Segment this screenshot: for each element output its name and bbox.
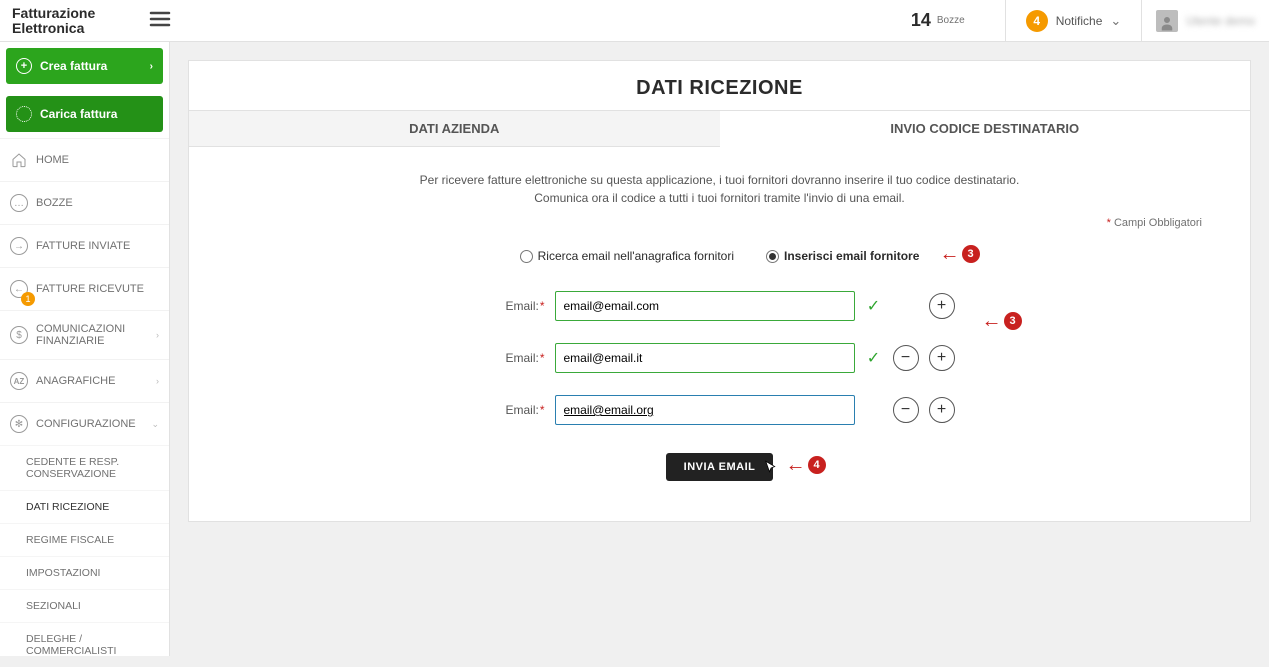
radio-insert[interactable]: Inserisci email fornitore — [766, 249, 919, 263]
annotation-4: ←4 — [786, 455, 826, 475]
email-label: Email:* — [485, 351, 545, 365]
email-row-3: Email:* − + — [237, 395, 1202, 425]
create-invoice-label: Crea fattura — [40, 59, 107, 73]
check-icon: ✓ — [865, 296, 883, 316]
email-label: Email:* — [485, 403, 545, 417]
drafts-counter[interactable]: 14 Bozze — [911, 10, 965, 31]
panel-title: DATI RICEZIONE — [189, 61, 1250, 110]
top-bar: Fatturazione Elettronica 14 Bozze 4 Noti… — [0, 0, 1269, 42]
sidebar-item-label: COMUNICAZIONI FINANZIARIE — [36, 323, 148, 347]
username-label: Utente demo — [1186, 14, 1255, 28]
email-row-1: Email:* ✓ + — [237, 291, 1202, 321]
sidebar-item-bozze[interactable]: … BOZZE — [0, 181, 169, 224]
tab-dati-azienda[interactable]: DATI AZIENDA — [189, 110, 720, 147]
avatar-icon — [1156, 10, 1178, 32]
drafts-icon: … — [10, 194, 28, 212]
config-sub-impostazioni[interactable]: IMPOSTAZIONI — [0, 556, 169, 589]
main-content: DATI RICEZIONE DATI AZIENDA INVIO CODICE… — [170, 42, 1269, 656]
config-sub-deleghe[interactable]: DELEGHE / COMMERCIALISTI — [0, 622, 169, 667]
brand-logo: Fatturazione Elettronica — [0, 6, 140, 35]
add-email-button[interactable]: + — [929, 345, 955, 371]
arrow-out-icon: → — [10, 237, 28, 255]
sidebar-item-label: CONFIGURAZIONE — [36, 418, 136, 430]
check-icon: ✓ — [865, 348, 883, 368]
annotation-3a: ←3 — [940, 244, 980, 264]
user-menu[interactable]: Utente demo — [1141, 0, 1269, 42]
upload-invoice-button[interactable]: Carica fattura — [6, 96, 163, 132]
remove-email-button[interactable]: − — [893, 397, 919, 423]
home-icon — [10, 151, 28, 169]
radio-label: Inserisci email fornitore — [784, 249, 919, 263]
add-email-button[interactable]: + — [929, 397, 955, 423]
config-sub-dati-ricezione[interactable]: DATI RICEZIONE — [0, 490, 169, 523]
sidebar-item-label: BOZZE — [36, 197, 73, 209]
upload-invoice-label: Carica fattura — [40, 107, 117, 121]
email-input-3[interactable] — [555, 395, 855, 425]
email-row-2: Email:* ✓ − + ←3 — [237, 343, 1202, 373]
info-text-1: Per ricevere fatture elettroniche su que… — [237, 171, 1202, 189]
sidebar-item-label: FATTURE INVIATE — [36, 240, 130, 252]
sidebar-item-fatture-inviate[interactable]: → FATTURE INVIATE — [0, 224, 169, 267]
sidebar-item-label: HOME — [36, 154, 69, 166]
sidebar-item-anagrafiche[interactable]: AZ ANAGRAFICHE › — [0, 359, 169, 402]
chevron-right-icon: › — [156, 376, 159, 386]
cursor-icon — [762, 459, 780, 477]
registry-icon: AZ — [10, 372, 28, 390]
spinner-icon — [16, 106, 32, 122]
email-label: Email:* — [485, 299, 545, 313]
gear-icon: ✻ — [10, 415, 28, 433]
panel-dati-ricezione: DATI RICEZIONE DATI AZIENDA INVIO CODICE… — [188, 60, 1251, 522]
add-email-button[interactable]: + — [929, 293, 955, 319]
chevron-down-icon: ⌄ — [1110, 13, 1121, 29]
plus-circle-icon: + — [16, 58, 32, 74]
drafts-label: Bozze — [937, 15, 965, 26]
radio-group: Ricerca email nell'anagrafica fornitori … — [237, 249, 1202, 263]
sidebar-item-configurazione[interactable]: ✻ CONFIGURAZIONE ⌄ — [0, 402, 169, 445]
sidebar-item-label: FATTURE RICEVUTE — [36, 283, 144, 295]
annotation-3b: ←3 — [982, 311, 1022, 331]
sidebar-item-home[interactable]: HOME — [0, 138, 169, 181]
radio-label: Ricerca email nell'anagrafica fornitori — [538, 249, 734, 263]
sidebar-item-label: ANAGRAFICHE — [36, 375, 115, 387]
sidebar: + Crea fattura › Carica fattura HOME … B… — [0, 42, 170, 656]
notifications-button[interactable]: 4 Notifiche ⌄ — [1005, 0, 1142, 42]
email-input-2[interactable] — [555, 343, 855, 373]
radio-icon — [766, 250, 779, 263]
finance-icon: $ — [10, 326, 28, 344]
required-note: * Campi Obbligatori — [237, 217, 1202, 229]
config-sub-regime[interactable]: REGIME FISCALE — [0, 523, 169, 556]
menu-toggle-icon[interactable] — [140, 7, 180, 34]
chevron-right-icon: › — [156, 330, 159, 340]
notif-badge: 4 — [1026, 10, 1048, 32]
drafts-count: 14 — [911, 10, 931, 31]
chevron-down-icon: ⌄ — [151, 419, 159, 430]
config-sub-cedente[interactable]: CEDENTE E RESP. CONSERVAZIONE — [0, 445, 169, 490]
send-email-button[interactable]: INVIA EMAIL — [666, 453, 774, 481]
notif-label: Notifiche — [1056, 14, 1103, 28]
info-text-2: Comunica ora il codice a tutti i tuoi fo… — [237, 189, 1202, 207]
email-input-1[interactable] — [555, 291, 855, 321]
tab-invio-codice[interactable]: INVIO CODICE DESTINATARIO — [720, 110, 1251, 147]
received-badge: 1 — [21, 292, 35, 306]
config-sub-sezionali[interactable]: SEZIONALI — [0, 589, 169, 622]
radio-icon — [520, 250, 533, 263]
sidebar-item-fatture-ricevute[interactable]: ← FATTURE RICEVUTE 1 — [0, 267, 169, 310]
radio-search[interactable]: Ricerca email nell'anagrafica fornitori — [520, 249, 734, 263]
sidebar-item-comunicazioni[interactable]: $ COMUNICAZIONI FINANZIARIE › — [0, 310, 169, 359]
chevron-right-icon: › — [150, 61, 153, 72]
tabs: DATI AZIENDA INVIO CODICE DESTINATARIO — [189, 110, 1250, 147]
create-invoice-button[interactable]: + Crea fattura › — [6, 48, 163, 84]
remove-email-button[interactable]: − — [893, 345, 919, 371]
